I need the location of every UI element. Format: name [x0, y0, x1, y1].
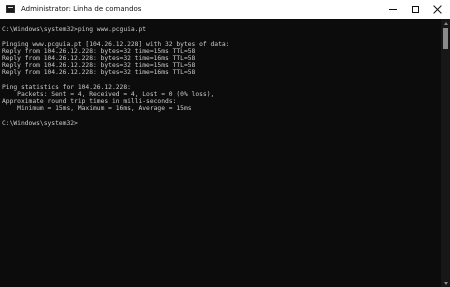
minimize-button[interactable] [383, 0, 403, 19]
chevron-down-icon [443, 281, 448, 285]
command-prompt-window: Administrator: Linha de comandos C:\Wind… [0, 0, 450, 287]
console-line: Reply from 104.26.12.228: bytes=32 time=… [2, 47, 196, 55]
console-line: Minimum = 15ms, Maximum = 16ms, Average … [2, 105, 192, 113]
close-button[interactable] [427, 0, 447, 19]
console-output[interactable]: C:\Windows\system32>ping www.pcguia.pt P… [2, 19, 440, 287]
cmd-icon[interactable] [6, 5, 15, 13]
console-line: Ping statistics for 104.26.12.228: [2, 83, 131, 91]
console-line: C:\Windows\system32>ping www.pcguia.pt [2, 26, 147, 34]
window-title: Administrator: Linha de comandos [21, 5, 142, 13]
scroll-up-button[interactable] [441, 19, 450, 27]
minimize-icon [389, 9, 397, 10]
chevron-up-icon [443, 21, 448, 25]
maximize-button[interactable] [405, 0, 425, 19]
command-prompt-line[interactable]: C:\Windows\system32> [2, 120, 440, 127]
console-line: Reply from 104.26.12.228: bytes=32 time=… [2, 54, 196, 62]
maximize-icon [411, 6, 419, 13]
console-line: Pinging www.pcguia.pt [104.26.12.228] wi… [2, 40, 230, 48]
close-icon [433, 5, 442, 14]
console-line: Reply from 104.26.12.228: bytes=32 time=… [2, 69, 196, 77]
vertical-scrollbar[interactable] [441, 19, 450, 287]
scroll-down-button[interactable] [441, 279, 450, 287]
console-line: Reply from 104.26.12.228: bytes=32 time=… [2, 62, 196, 70]
scrollbar-thumb[interactable] [443, 28, 448, 49]
console-line: Approximate round trip times in milli-se… [2, 98, 177, 106]
console-line: Packets: Sent = 4, Received = 4, Lost = … [2, 90, 215, 98]
title-bar[interactable]: Administrator: Linha de comandos [0, 0, 450, 19]
